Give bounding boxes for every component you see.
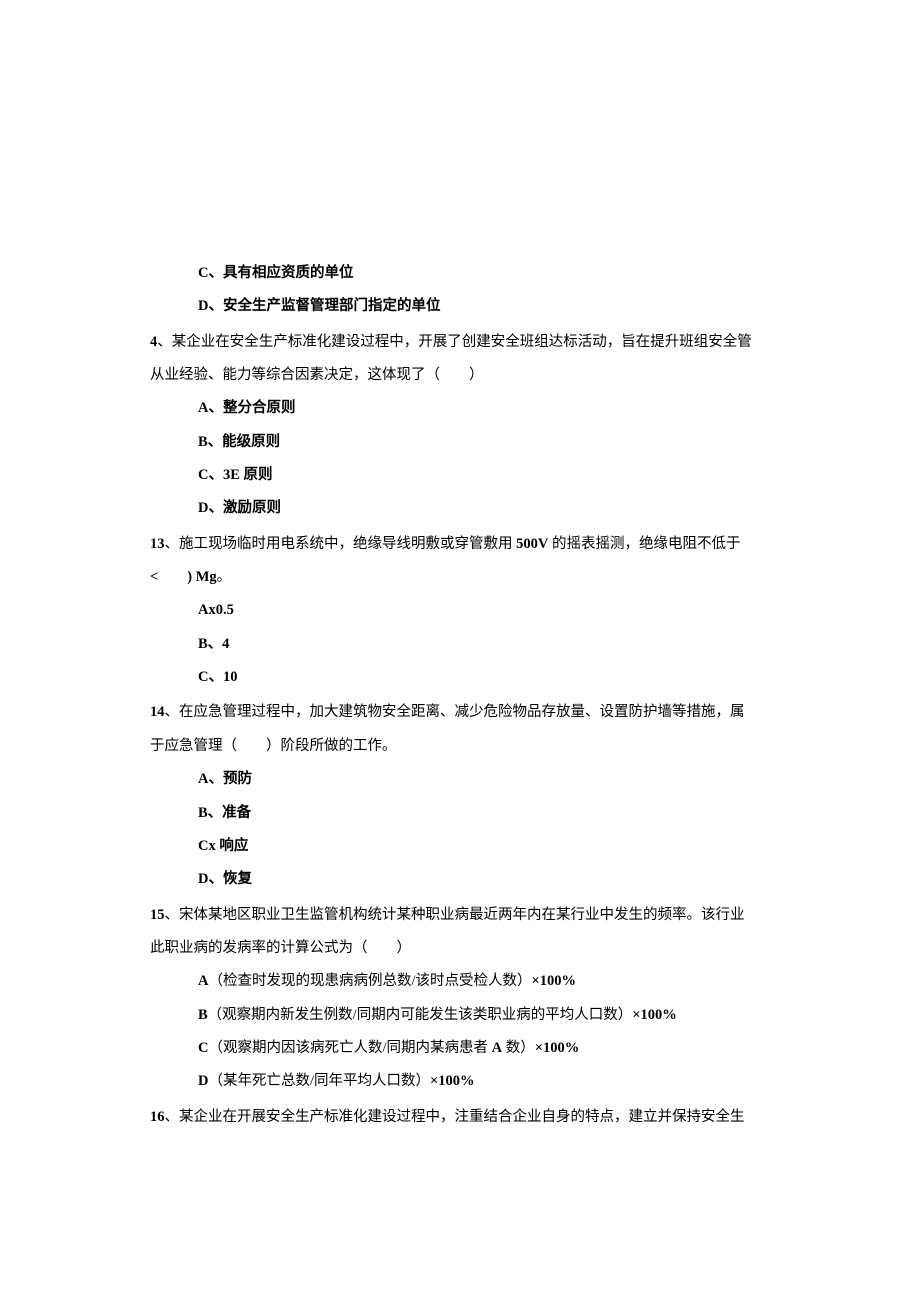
q14-option-c: Cx 响应	[150, 830, 770, 863]
q14-option-c-text: Cx 响应	[198, 838, 248, 854]
q13-option-c: C、10	[150, 661, 770, 694]
q14-option-a: A、预防	[150, 763, 770, 796]
q4-option-b-text: B、能级原则	[198, 434, 280, 450]
q15-stem-line2: 此职业病的发病率的计算公式为（ ）	[150, 932, 770, 965]
q14-number: 14	[150, 704, 165, 720]
q13-option-a-text: Ax0.5	[198, 602, 234, 618]
q15-number: 15	[150, 907, 165, 923]
q14-option-d-text: D、恢复	[198, 871, 252, 887]
q13-number: 13	[150, 536, 165, 552]
q4-option-c-post: 原则	[240, 467, 273, 483]
q14-stem-line1: 14、在应急管理过程中，加大建筑物安全距离、减少危险物品存放量、设置防护墙等措施…	[150, 696, 770, 729]
question-16: 16、某企业在开展安全生产标准化建设过程中，注重结合企业自身的特点，建立并保持安…	[150, 1101, 770, 1134]
q16-stem1-text: 、某企业在开展安全生产标准化建设过程中，注重结合企业自身的特点，建立并保持安全生	[165, 1109, 745, 1125]
q14-option-b: B、准备	[150, 797, 770, 830]
q15-b-pre: B	[198, 1007, 208, 1023]
q14-stem1-text: 、在应急管理过程中，加大建筑物安全距离、减少危险物品存放量、设置防护墙等措施，属	[165, 704, 745, 720]
q15-d-mid: （某年死亡总数/同年平均人口数）	[208, 1073, 430, 1089]
q13-stem-line1: 13、施工现场临时用电系统中，绝缘导线明敷或穿管敷用 500V 的摇表摇测，绝缘…	[150, 528, 770, 561]
q13-stem1b: 500V	[516, 536, 548, 552]
q16-number: 16	[150, 1109, 165, 1125]
q3-option-d-text: D、安全生产监督管理部门指定的单位	[198, 298, 440, 314]
q15-a-bold: ×100%	[532, 973, 577, 989]
question-14: 14、在应急管理过程中，加大建筑物安全距离、减少危险物品存放量、设置防护墙等措施…	[150, 696, 770, 896]
q3-option-c: C、具有相应资质的单位	[150, 257, 770, 290]
q15-b-mid: （观察期内新发生例数/同期内可能发生该类职业病的平均人口数）	[208, 1007, 633, 1023]
q15-option-a: A（检查时发现的现患病病例总数/该时点受检人数）×100%	[150, 965, 770, 998]
q4-stem-line1: 4、某企业在安全生产标准化建设过程中，开展了创建安全班组达标活动，旨在提升班组安…	[150, 326, 770, 359]
q15-c-mid1: （观察期内因该病死亡人数/同期内某病患者	[208, 1040, 491, 1056]
q14-stem-line2: 于应急管理（ ）阶段所做的工作。	[150, 730, 770, 763]
q3-option-d: D、安全生产监督管理部门指定的单位	[150, 290, 770, 323]
q4-stem-line2: 从业经验、能力等综合因素决定，这体现了（ ）	[150, 359, 770, 392]
q15-option-c: C（观察期内因该病死亡人数/同期内某病患者 A 数）×100%	[150, 1032, 770, 1065]
q4-option-a-text: A、整分合原则	[198, 400, 295, 416]
q15-c-mid2: 数）	[502, 1040, 535, 1056]
q15-c-bold: ×100%	[535, 1040, 580, 1056]
question-15: 15、宋体某地区职业卫生监管机构统计某种职业病最近两年内在某行业中发生的频率。该…	[150, 899, 770, 1099]
q13-stem2b: 。	[217, 569, 232, 585]
q15-stem-line1: 15、宋体某地区职业卫生监管机构统计某种职业病最近两年内在某行业中发生的频率。该…	[150, 899, 770, 932]
q4-option-c-bold: 3E	[223, 467, 240, 483]
q15-option-d: D（某年死亡总数/同年平均人口数）×100%	[150, 1065, 770, 1098]
q4-stem1-text: 、某企业在安全生产标准化建设过程中，开展了创建安全班组达标活动，旨在提升班组安全…	[157, 334, 752, 350]
q14-option-a-text: A、预防	[198, 771, 252, 787]
q13-option-a: Ax0.5	[150, 594, 770, 627]
q13-stem2a: < ) Mg	[150, 569, 217, 585]
q13-option-b-text: B、4	[198, 636, 229, 652]
q13-stem1c: 的摇表摇测，绝缘电阻不低于	[548, 536, 740, 552]
q13-option-b: B、4	[150, 628, 770, 661]
q15-d-bold: ×100%	[430, 1073, 475, 1089]
q4-option-c: C、3E 原则	[150, 459, 770, 492]
q15-c-midA: A	[492, 1040, 502, 1056]
q15-stem1-text: 、宋体某地区职业卫生监管机构统计某种职业病最近两年内在某行业中发生的频率。该行业	[165, 907, 745, 923]
q13-stem1a: 、施工现场临时用电系统中，绝缘导线明敷或穿管敷用	[165, 536, 517, 552]
q13-stem-line2: < ) Mg。	[150, 561, 770, 594]
q13-option-c-text: C、10	[198, 669, 237, 685]
q14-option-b-text: B、准备	[198, 805, 251, 821]
q15-a-mid: （检查时发现的现患病病例总数/该时点受检人数）	[208, 973, 531, 989]
q16-stem-line1: 16、某企业在开展安全生产标准化建设过程中，注重结合企业自身的特点，建立并保持安…	[150, 1101, 770, 1134]
q4-option-a: A、整分合原则	[150, 392, 770, 425]
q15-c-pre: C	[198, 1040, 208, 1056]
questions-container: C、具有相应资质的单位 D、安全生产监督管理部门指定的单位 4、某企业在安全生产…	[150, 257, 770, 1134]
q4-option-c-pre: C、	[198, 467, 223, 483]
question-13: 13、施工现场临时用电系统中，绝缘导线明敷或穿管敷用 500V 的摇表摇测，绝缘…	[150, 528, 770, 695]
q15-option-b: B（观察期内新发生例数/同期内可能发生该类职业病的平均人口数）×100%	[150, 999, 770, 1032]
q15-a-pre: A	[198, 973, 208, 989]
q15-d-pre: D	[198, 1073, 208, 1089]
q4-option-b: B、能级原则	[150, 426, 770, 459]
question-4: 4、某企业在安全生产标准化建设过程中，开展了创建安全班组达标活动，旨在提升班组安…	[150, 326, 770, 526]
q4-option-d-text: D、激励原则	[198, 500, 281, 516]
q3-option-c-text: C、具有相应资质的单位	[198, 265, 353, 281]
q4-option-d: D、激励原则	[150, 492, 770, 525]
q15-b-bold: ×100%	[632, 1007, 677, 1023]
q14-option-d: D、恢复	[150, 863, 770, 896]
